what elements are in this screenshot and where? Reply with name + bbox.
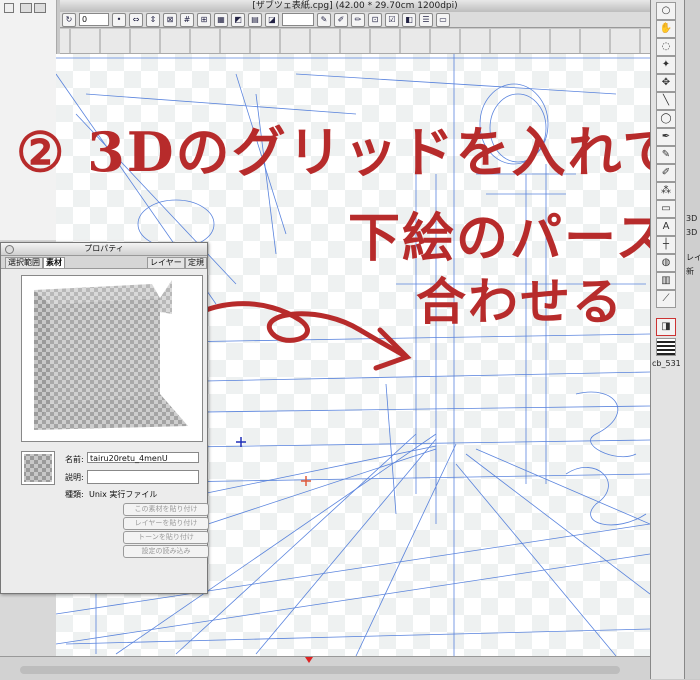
properties-panel: プロパティ 選択範囲 素材 レイヤー 定規 名前: tairu20retu_4m… (0, 242, 209, 594)
pencil-icon[interactable]: ✏ (351, 12, 365, 27)
top-ruler (60, 29, 650, 54)
panel-title: プロパティ (1, 243, 207, 256)
tab-material[interactable]: 素材 (43, 257, 65, 269)
flip-vertical-icon[interactable]: ⇕ (146, 12, 160, 27)
tab-ruler[interactable]: 定規 (185, 257, 207, 269)
fill-icon[interactable]: ◍ (656, 254, 676, 272)
line-icon[interactable]: ╲ (656, 92, 676, 110)
gradient-icon[interactable]: ▥ (656, 272, 676, 290)
checkbox-icon[interactable]: ☑ (385, 12, 399, 27)
tab-layer[interactable]: レイヤー (147, 257, 185, 269)
tool-palette: ○ ✋ ◌ ✦ ✥ ╲ ◯ ✒ ✎ ✐ ⁂ ▭ A ┼ ◍ ▥ ⟋ ◨ (650, 0, 685, 679)
description-label: 説明: (65, 473, 84, 482)
move-icon[interactable]: ✥ (656, 74, 676, 92)
select-icon[interactable]: ▦ (214, 12, 228, 27)
mirror-icon[interactable]: ⊠ (163, 12, 177, 27)
top-toolbar: ↻ 0 • ⇔ ⇕ ⊠ # ⊞ ▦ ◩ ▤ ◪ ✎ ✐ ✏ ⊡ ☑ ◧ ☰ ▭ (60, 12, 650, 28)
ruler-icon[interactable]: ⊡ (368, 12, 382, 27)
lasso-icon[interactable]: ◌ (656, 38, 676, 56)
close-icon[interactable] (5, 245, 14, 254)
brush-icon[interactable]: ✐ (656, 164, 676, 182)
pen-icon[interactable]: ✒ (656, 128, 676, 146)
paste-material-button[interactable]: この素材を貼り付け (123, 503, 209, 516)
side-label-3d-1[interactable]: 3D (686, 214, 697, 223)
annotation-line-3: 合わせる (416, 272, 624, 331)
pencil-icon[interactable]: ✎ (656, 146, 676, 164)
annotation-line-1: ② 3Dのグリッドを入れて (16, 120, 678, 184)
brush-icon[interactable]: ✐ (334, 12, 348, 27)
side-label-layer[interactable]: レイ (686, 252, 700, 263)
text-icon[interactable]: A (656, 218, 676, 236)
side-panel: 3D 3D レイ 新 (684, 0, 700, 679)
annotation-line-2: 下絵のパースに (348, 208, 700, 269)
description-field[interactable] (87, 470, 199, 484)
mask-icon[interactable]: ◪ (265, 12, 279, 27)
list-icon[interactable]: ☰ (419, 12, 433, 27)
layers-icon[interactable] (34, 3, 46, 13)
tab-bar: 選択範囲 素材 レイヤー 定規 (1, 256, 207, 269)
side-label-new[interactable]: 新 (686, 266, 694, 277)
angle-field[interactable]: 0 (79, 13, 109, 26)
window-icon[interactable]: ▭ (436, 12, 450, 27)
document-title: [ザブツェ表紙.cpg] (42.00 * 29.70cm 1200dpi) (252, 1, 458, 11)
tab-selection[interactable]: 選択範囲 (5, 257, 43, 269)
name-label: 名前: (65, 455, 84, 464)
horizontal-scrollbar[interactable] (20, 666, 620, 674)
grid-icon[interactable]: # (180, 12, 194, 27)
paste-tone-button[interactable]: トーンを貼り付け (123, 531, 209, 544)
eraser-icon[interactable]: ▭ (656, 200, 676, 218)
small-box-icon[interactable] (4, 3, 14, 13)
name-field[interactable]: tairu20retu_4menU (87, 452, 199, 463)
ruler-ticks (69, 29, 641, 53)
palette-icon[interactable]: ◧ (402, 12, 416, 27)
wand-icon[interactable]: ✦ (656, 56, 676, 74)
reset-icon[interactable]: • (112, 12, 126, 27)
side-label-3d-2[interactable]: 3D (686, 228, 697, 237)
pen-icon[interactable]: ✎ (317, 12, 331, 27)
rotate-icon[interactable]: ↻ (62, 12, 76, 27)
layer-icon[interactable]: ▤ (248, 12, 262, 27)
airbrush-icon[interactable]: ⁂ (656, 182, 676, 200)
room-3d-icon (34, 280, 188, 430)
color-swatch-icon[interactable]: ◨ (656, 318, 676, 336)
ellipse-icon[interactable]: ◯ (656, 110, 676, 128)
thumbnail-icon (24, 454, 52, 482)
ruler-icon[interactable]: ┼ (656, 236, 676, 254)
material-preview (21, 275, 203, 442)
zoom-field[interactable] (282, 13, 314, 26)
paste-layer-button[interactable]: レイヤーを貼り付け (123, 517, 209, 530)
flip-horizontal-icon[interactable]: ⇔ (129, 12, 143, 27)
load-settings-button[interactable]: 設定の読み込み (123, 545, 209, 558)
kind-value: Unix 実行ファイル (89, 490, 158, 499)
swatch-label: cb_531 (652, 359, 681, 368)
tone-swatch-icon[interactable] (656, 338, 676, 356)
magnifier-icon[interactable]: ○ (656, 2, 676, 20)
snap-icon[interactable]: ⊞ (197, 12, 211, 27)
marker-icon (305, 657, 313, 663)
kind-label: 種類: (65, 490, 84, 499)
material-thumbnail (21, 451, 55, 485)
eyedropper-icon[interactable]: ⟋ (656, 290, 676, 308)
image-icon[interactable] (20, 3, 32, 13)
transform-icon[interactable]: ◩ (231, 12, 245, 27)
hand-icon[interactable]: ✋ (656, 20, 676, 38)
